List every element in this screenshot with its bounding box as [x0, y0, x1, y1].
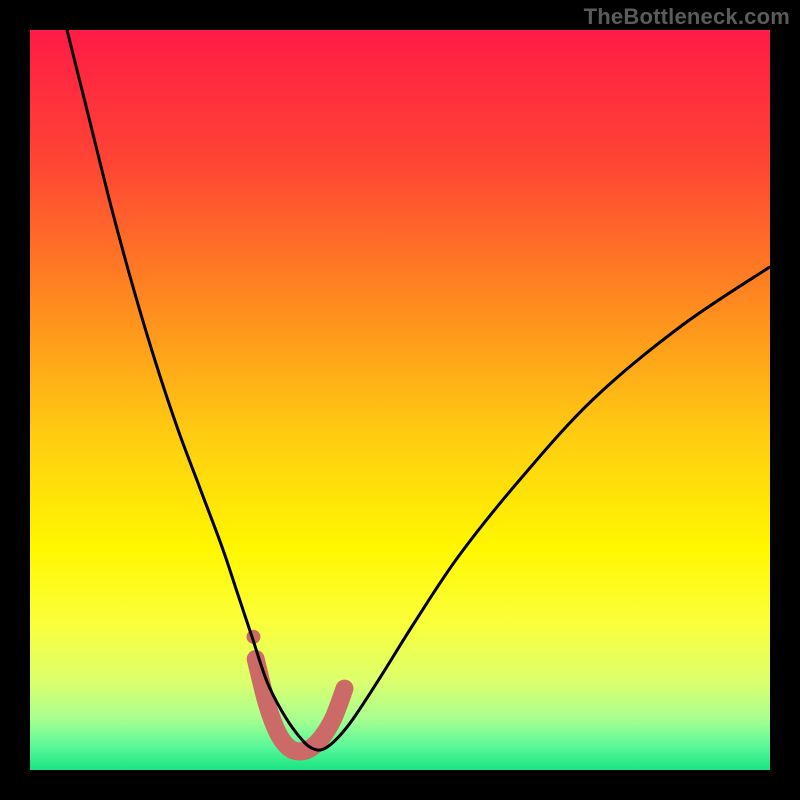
watermark-text: TheBottleneck.com	[584, 4, 790, 30]
chart-frame: TheBottleneck.com	[0, 0, 800, 800]
curve-layer	[30, 30, 770, 770]
plot-area	[30, 30, 770, 770]
bottleneck-curve	[67, 30, 770, 750]
